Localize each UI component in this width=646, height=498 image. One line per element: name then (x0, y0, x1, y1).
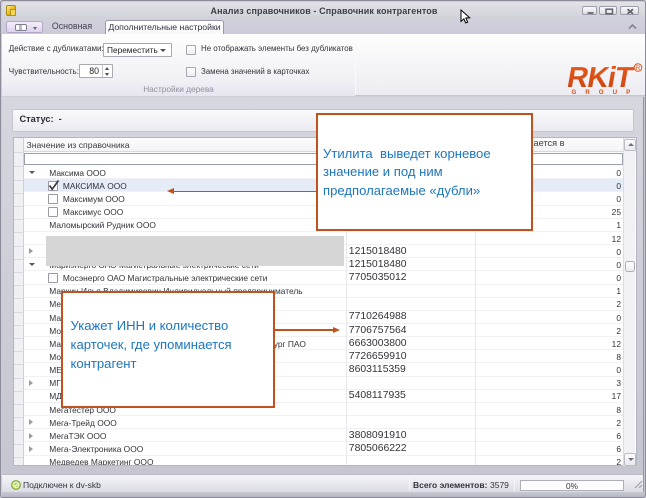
svg-text:GROUP: GROUP (572, 89, 640, 96)
svg-text:R: R (636, 65, 641, 72)
